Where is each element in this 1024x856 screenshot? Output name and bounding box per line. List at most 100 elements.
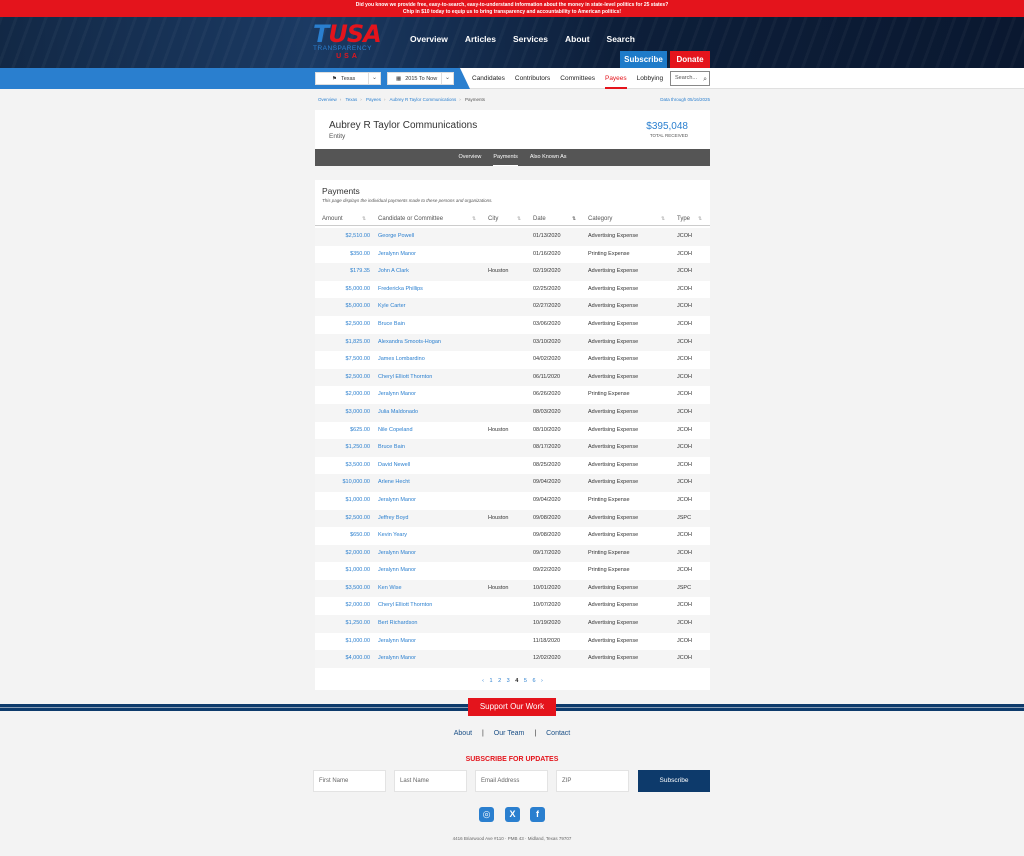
amount-cell[interactable]: $2,500.00 [315,510,370,528]
prev-page-icon[interactable]: ‹ [482,678,484,684]
amount-cell[interactable]: $2,000.00 [315,386,370,404]
footer-contact-link[interactable]: Contact [546,730,570,737]
nav-overview[interactable]: Overview [410,34,448,44]
candidate-cell[interactable]: Jeralynn Manor [378,386,416,404]
amount-cell[interactable]: $1,000.00 [315,633,370,651]
col-amount[interactable]: Amount [322,213,343,225]
crumb-entity[interactable]: Aubrey R Taylor Communications [390,97,457,102]
sort-icon[interactable]: ⇅ [661,213,665,226]
candidate-cell[interactable]: Jeralynn Manor [378,562,416,580]
candidate-cell[interactable]: Jeffrey Boyd [378,510,408,528]
nav-services[interactable]: Services [513,34,548,44]
entity-tab-overview[interactable]: Overview [458,149,481,166]
amount-cell[interactable]: $3,000.00 [315,404,370,422]
page-1[interactable]: 1 [489,678,492,684]
candidate-cell[interactable]: Bruce Bain [378,439,405,457]
email-field[interactable]: Email Address [475,770,548,792]
facebook-icon[interactable]: f [530,807,545,822]
zip-field[interactable]: ZIP [556,770,629,792]
amount-cell[interactable]: $10,000.00 [315,474,370,492]
amount-cell[interactable]: $179.35 [315,263,370,281]
candidate-cell[interactable]: Ken Wise [378,580,402,598]
candidate-cell[interactable]: Julia Maldonado [378,404,418,422]
candidate-cell[interactable]: Jeralynn Manor [378,633,416,651]
sort-icon[interactable]: ⇅ [472,213,476,226]
amount-cell[interactable]: $2,510.00 [315,228,370,246]
amount-cell[interactable]: $650.00 [315,527,370,545]
candidate-cell[interactable]: James Lombardino [378,351,425,369]
amount-cell[interactable]: $4,000.00 [315,650,370,668]
nav-about[interactable]: About [565,34,590,44]
candidate-cell[interactable]: Bert Richardson [378,615,417,633]
tab-candidates[interactable]: Candidates [472,68,505,89]
amount-cell[interactable]: $7,500.00 [315,351,370,369]
amount-cell[interactable]: $2,500.00 [315,316,370,334]
nav-articles[interactable]: Articles [465,34,496,44]
amount-cell[interactable]: $625.00 [315,422,370,440]
entity-tab-aka[interactable]: Also Known As [530,149,567,166]
candidate-cell[interactable]: Fredericka Phillips [378,281,423,299]
footer-team-link[interactable]: Our Team [494,730,525,737]
candidate-cell[interactable]: Jeralynn Manor [378,492,416,510]
search-input[interactable]: Search... ⌕ [670,71,710,86]
candidate-cell[interactable]: Jeralynn Manor [378,650,416,668]
period-select[interactable]: ▦ 2015 To Now ⌄ [387,72,454,85]
candidate-cell[interactable]: Arlene Hecht [378,474,410,492]
amount-cell[interactable]: $2,500.00 [315,369,370,387]
first-name-field[interactable]: First Name [313,770,386,792]
tab-payees[interactable]: Payees [604,68,627,89]
support-our-work-button[interactable]: Support Our Work [468,698,556,716]
crumb-payees[interactable]: Payees [366,97,381,102]
subscribe-button[interactable]: Subscribe [620,51,667,68]
amount-cell[interactable]: $5,000.00 [315,281,370,299]
candidate-cell[interactable]: Kevin Yeary [378,527,407,545]
amount-cell[interactable]: $2,000.00 [315,597,370,615]
candidate-cell[interactable]: George Powell [378,228,414,246]
last-name-field[interactable]: Last Name [394,770,467,792]
state-select[interactable]: ⚑ Texas ⌄ [315,72,381,85]
candidate-cell[interactable]: Jeralynn Manor [378,545,416,563]
nav-search[interactable]: Search [607,34,635,44]
site-logo[interactable]: TUSA TRANSPARENCY USA [313,22,383,63]
tab-contributors[interactable]: Contributors [515,68,550,89]
crumb-texas[interactable]: Texas [345,97,357,102]
search-icon[interactable]: ⌕ [703,73,707,86]
amount-cell[interactable]: $350.00 [315,246,370,264]
sort-icon[interactable]: ⇅ [517,213,521,226]
crumb-overview[interactable]: Overview [318,97,337,102]
amount-cell[interactable]: $3,500.00 [315,457,370,475]
candidate-cell[interactable]: David Newell [378,457,410,475]
footer-subscribe-button[interactable]: Subscribe [638,770,710,792]
page-6[interactable]: 6 [532,678,535,684]
x-icon[interactable]: X [505,807,520,822]
donate-button[interactable]: Donate [670,51,710,68]
col-candidate[interactable]: Candidate or Committee [378,213,443,225]
col-city[interactable]: City [488,213,498,225]
footer-about-link[interactable]: About [454,730,472,737]
amount-cell[interactable]: $5,000.00 [315,298,370,316]
sort-icon[interactable]: ⇅ [698,213,702,226]
sort-up-icon[interactable]: ⇅ [572,213,576,226]
candidate-cell[interactable]: John A Clark [378,263,409,281]
tab-committees[interactable]: Committees [560,68,595,89]
amount-cell[interactable]: $1,000.00 [315,562,370,580]
amount-cell[interactable]: $3,500.00 [315,580,370,598]
promo-banner[interactable]: Did you know we provide free, easy-to-se… [0,0,1024,17]
amount-cell[interactable]: $1,000.00 [315,492,370,510]
col-date[interactable]: Date [533,213,546,225]
candidate-cell[interactable]: Cheryl Elliott Thornton [378,369,432,387]
amount-cell[interactable]: $2,000.00 [315,545,370,563]
amount-cell[interactable]: $1,825.00 [315,334,370,352]
candidate-cell[interactable]: Jeralynn Manor [378,246,416,264]
instagram-icon[interactable]: ◎ [479,807,494,822]
candidate-cell[interactable]: Nile Copeland [378,422,413,440]
page-5[interactable]: 5 [524,678,527,684]
entity-tab-payments[interactable]: Payments [493,149,518,166]
amount-cell[interactable]: $1,250.00 [315,615,370,633]
col-type[interactable]: Type [677,213,690,225]
page-2[interactable]: 2 [498,678,501,684]
amount-cell[interactable]: $1,250.00 [315,439,370,457]
page-3[interactable]: 3 [507,678,510,684]
col-category[interactable]: Category [588,213,612,225]
next-page-icon[interactable]: › [541,678,543,684]
